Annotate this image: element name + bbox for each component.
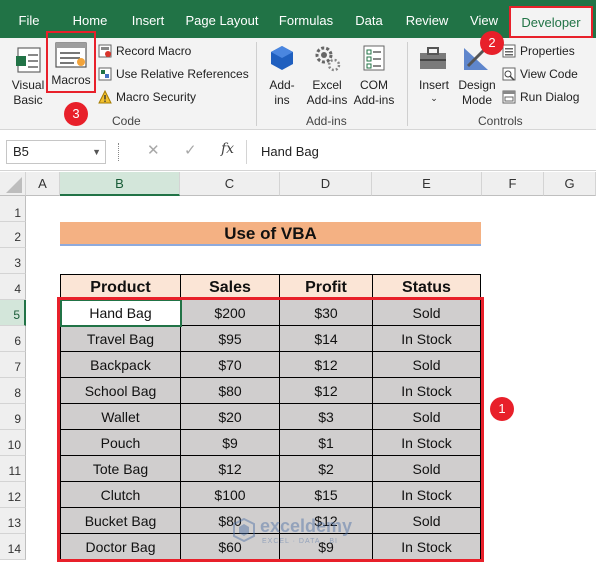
group-separator (407, 42, 408, 126)
step-marker-3: 3 (64, 102, 88, 126)
excel-add-ins-button[interactable]: Excel Add-ins (304, 78, 350, 108)
tab-data[interactable]: Data (346, 0, 392, 38)
warning-icon (98, 90, 112, 104)
visual-basic-label-line1: Visual (11, 78, 45, 92)
row-header[interactable]: 4 (0, 274, 26, 300)
relative-references-icon (98, 67, 112, 81)
insert-control-label: Insert (418, 78, 449, 92)
step-marker-1: 1 (490, 397, 514, 421)
formula-bar-grip (118, 143, 120, 161)
column-header-b[interactable]: B (60, 172, 180, 196)
exceldemy-logo-icon (233, 518, 255, 542)
properties-button[interactable]: Properties (520, 44, 575, 58)
watermark-tagline: EXCEL · DATA · BI (262, 538, 338, 545)
watermark-name: exceldemy (260, 516, 353, 536)
view-code-icon (502, 67, 516, 81)
add-ins-label-line1: Add- (269, 78, 295, 92)
tab-review[interactable]: Review (398, 0, 456, 38)
row-header[interactable]: 14 (0, 534, 26, 560)
sheet-title[interactable]: Use of VBA (60, 222, 481, 246)
watermark: exceldemy EXCEL · DATA · BI (232, 514, 392, 554)
row-header[interactable]: 11 (0, 456, 26, 482)
insert-control-button[interactable]: Insert ⌄ (414, 78, 454, 103)
com-add-ins-label-line2: Add-ins (353, 93, 395, 107)
cancel-entry-icon[interactable]: ✕ (147, 141, 160, 159)
tab-formulas[interactable]: Formulas (272, 0, 340, 38)
select-all-icon (6, 177, 22, 193)
add-ins-button[interactable]: Add- ins (263, 78, 301, 108)
record-macro-button[interactable]: Record Macro (116, 44, 191, 58)
visual-basic-button[interactable]: Visual Basic (6, 78, 50, 108)
name-box-value: B5 (13, 144, 29, 159)
tab-insert[interactable]: Insert (122, 0, 174, 38)
add-ins-label-line2: ins (274, 93, 290, 107)
toolbox-icon (420, 47, 446, 69)
row-header[interactable]: 12 (0, 482, 26, 508)
column-header-e[interactable]: E (372, 172, 482, 196)
row-header[interactable]: 3 (0, 248, 26, 274)
com-add-ins-button[interactable]: COM Add-ins (350, 78, 398, 108)
row-header[interactable]: 2 (0, 222, 26, 248)
column-header-a[interactable]: A (26, 172, 60, 196)
row-header[interactable]: 10 (0, 430, 26, 456)
row-header[interactable]: 1 (0, 196, 26, 222)
macro-security-button[interactable]: Macro Security (116, 90, 196, 104)
chevron-down-icon: ▼ (92, 147, 101, 157)
column-header-g[interactable]: G (544, 172, 596, 196)
excel-add-ins-icon (315, 46, 341, 72)
row-header[interactable]: 9 (0, 404, 26, 430)
com-add-ins-label-line1: COM (360, 78, 388, 92)
tab-page-layout[interactable]: Page Layout (180, 0, 264, 38)
visual-basic-label-line2: Basic (13, 93, 43, 107)
use-relative-references-button[interactable]: Use Relative References (116, 67, 249, 81)
view-code-button[interactable]: View Code (520, 67, 578, 81)
name-box[interactable]: B5 ▼ (6, 140, 106, 164)
group-separator (256, 42, 257, 126)
confirm-entry-icon[interactable]: ✓ (184, 141, 197, 159)
row-header[interactable]: 7 (0, 352, 26, 378)
com-add-ins-icon (363, 45, 385, 71)
visual-basic-icon (16, 47, 41, 73)
excel-add-ins-label-line1: Excel (312, 78, 342, 92)
add-ins-icon (271, 46, 293, 70)
run-dialog-button[interactable]: Run Dialog (520, 90, 579, 104)
column-header-c[interactable]: C (180, 172, 280, 196)
step-marker-2: 2 (480, 31, 504, 55)
column-header-d[interactable]: D (280, 172, 372, 196)
chevron-down-icon: ⌄ (430, 93, 438, 103)
column-header-f[interactable]: F (482, 172, 544, 196)
macros-icon (55, 42, 87, 68)
insert-function-icon[interactable]: fx (221, 141, 234, 157)
ribbon: Visual Basic Macros Record Macro Use Rel… (0, 31, 596, 130)
excel-add-ins-label-line2: Add-ins (306, 93, 348, 107)
macros-button[interactable]: Macros (46, 31, 96, 93)
tab-developer[interactable]: Developer (509, 6, 593, 38)
excel-window: File Home Insert Page Layout Formulas Da… (0, 0, 596, 564)
add-ins-group-label: Add-ins (306, 114, 347, 128)
run-dialog-icon (502, 90, 516, 104)
properties-icon (502, 44, 516, 58)
controls-group-label: Controls (478, 114, 523, 128)
design-mode-button[interactable]: Design Mode (456, 78, 498, 108)
row-header[interactable]: 5 (0, 300, 26, 326)
select-all-corner[interactable] (0, 172, 26, 196)
row-header[interactable]: 13 (0, 508, 26, 534)
macros-label: Macros (51, 73, 91, 87)
design-mode-label-line1: Design (458, 78, 496, 92)
design-mode-label-line2: Mode (461, 93, 493, 107)
formula-input[interactable]: Hand Bag (246, 140, 592, 164)
code-group-label: Code (112, 114, 141, 128)
row-header[interactable]: 8 (0, 378, 26, 404)
row-header[interactable]: 6 (0, 326, 26, 352)
formula-bar: B5 ▼ ✕ ✓ fx Hand Bag (0, 131, 596, 171)
record-macro-icon (98, 44, 112, 58)
